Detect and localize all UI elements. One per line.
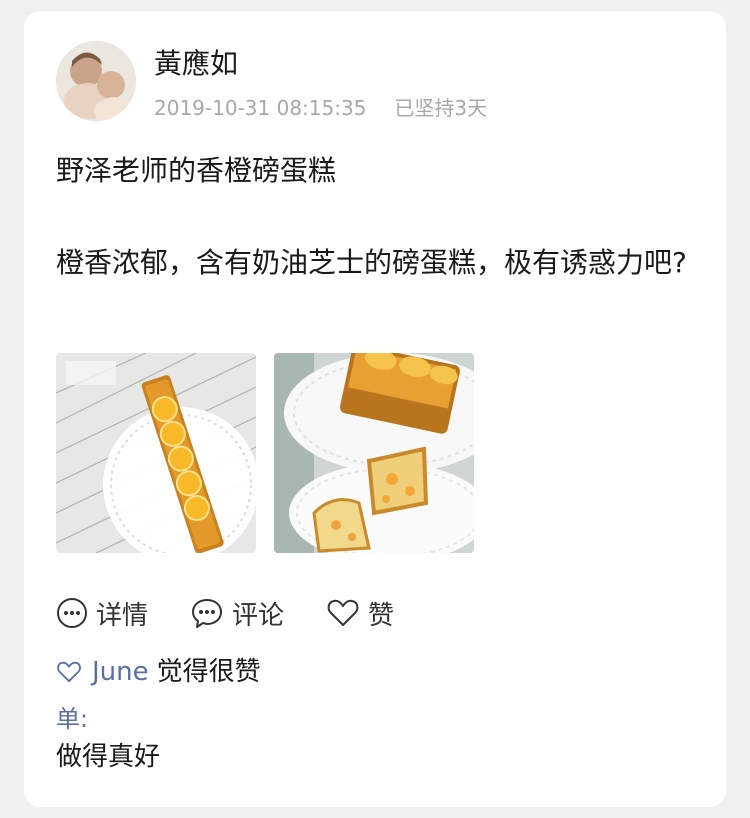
- cake-photo-sliced: [274, 353, 474, 553]
- post-body: 橙香浓郁，含有奶油芝士的磅蛋糕，极有诱惑力吧?: [56, 246, 687, 279]
- heart-outline-icon: [57, 661, 81, 683]
- author-name[interactable]: 黃應如: [154, 46, 238, 82]
- post-actions: 详情 评论 赞: [56, 595, 436, 631]
- post-timestamp: 2019-10-31 08:15:35: [154, 96, 367, 120]
- like-label: 赞: [368, 600, 395, 631]
- comment-author[interactable]: 单:: [56, 703, 88, 735]
- avatar-image: [56, 41, 136, 121]
- comment-button[interactable]: 评论: [190, 595, 284, 632]
- post-card: 黃應如 2019-10-31 08:15:35 已坚持3天 野泽老师的香橙磅蛋糕 …: [24, 11, 726, 807]
- post-photo-1[interactable]: [56, 353, 256, 553]
- details-button[interactable]: 详情: [56, 595, 148, 632]
- liked-text: 觉得很赞: [156, 657, 261, 687]
- post-meta: 2019-10-31 08:15:35 已坚持3天: [154, 95, 487, 121]
- comment-label: 评论: [232, 600, 285, 631]
- like-button[interactable]: 赞: [326, 595, 394, 632]
- details-label: 详情: [96, 600, 149, 631]
- more-circle-icon: [57, 598, 87, 628]
- post-title: 野泽老师的香橙磅蛋糕: [56, 154, 337, 187]
- liker-name[interactable]: June: [92, 655, 149, 689]
- likes-row: June 觉得很赞: [56, 655, 261, 689]
- comment-text: 做得真好: [56, 742, 161, 772]
- avatar[interactable]: [56, 41, 136, 121]
- post-photo-2[interactable]: [274, 353, 474, 553]
- chat-bubble-icon: [192, 599, 223, 628]
- heart-icon: [327, 599, 359, 626]
- streak-badge: 已坚持3天: [394, 96, 488, 120]
- cake-photo-top-view: [56, 353, 256, 553]
